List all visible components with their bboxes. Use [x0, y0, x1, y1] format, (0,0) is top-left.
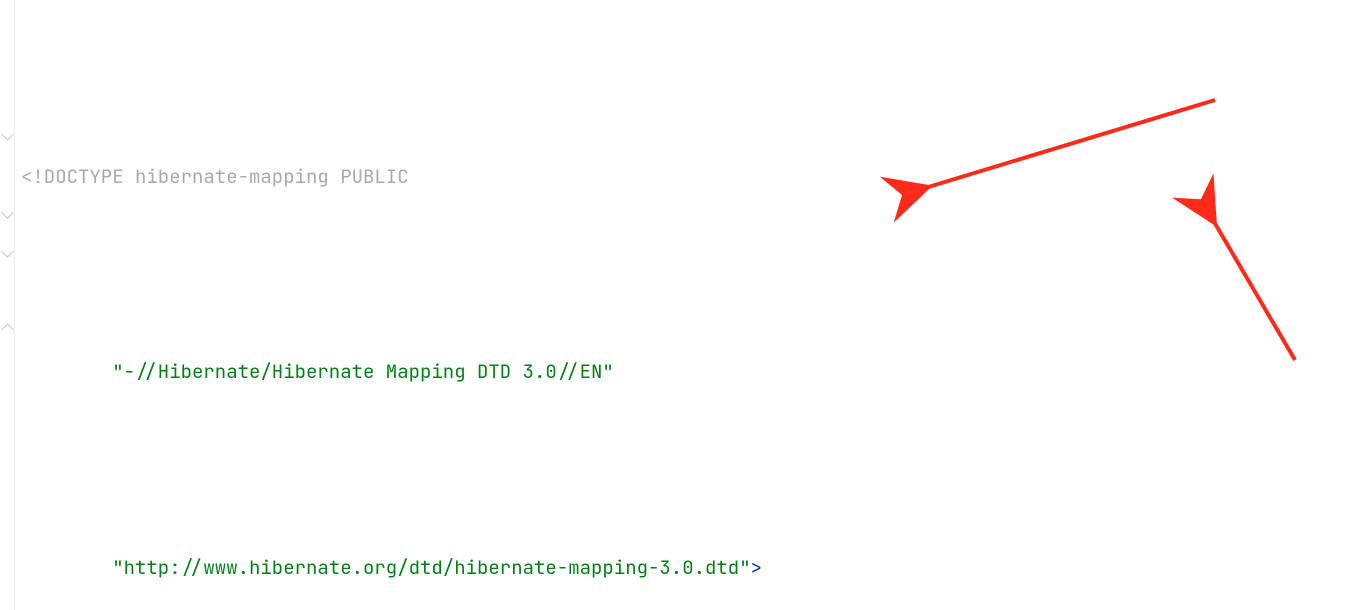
fold-icon[interactable]: [1, 245, 14, 258]
code-line: <!DOCTYPE hibernate-mapping PUBLIC: [21, 157, 1347, 196]
code-editor[interactable]: <!DOCTYPE hibernate-mapping PUBLIC "-//H…: [0, 0, 1347, 610]
doctype-fpi: "-//Hibernate/Hibernate Mapping DTD 3.0/…: [112, 359, 614, 384]
doctype-partial: <!DOCTYPE hibernate-mapping PUBLIC: [21, 164, 409, 189]
doctype-close: >: [751, 555, 762, 580]
fold-icon[interactable]: [1, 323, 14, 336]
gutter: [0, 0, 15, 610]
doctype-uri: "http://www.hibernate.org/dtd/hibernate-…: [112, 555, 750, 580]
annotation-arrows: [15, 0, 1347, 610]
arrow-to-schema: [1213, 220, 1295, 360]
code-line: "-//Hibernate/Hibernate Mapping DTD 3.0/…: [21, 352, 1347, 391]
code-area[interactable]: <!DOCTYPE hibernate-mapping PUBLIC "-//H…: [15, 0, 1347, 610]
fold-icon[interactable]: [1, 206, 14, 219]
fold-icon[interactable]: [1, 128, 14, 141]
code-line: "http://www.hibernate.org/dtd/hibernate-…: [21, 548, 1347, 587]
